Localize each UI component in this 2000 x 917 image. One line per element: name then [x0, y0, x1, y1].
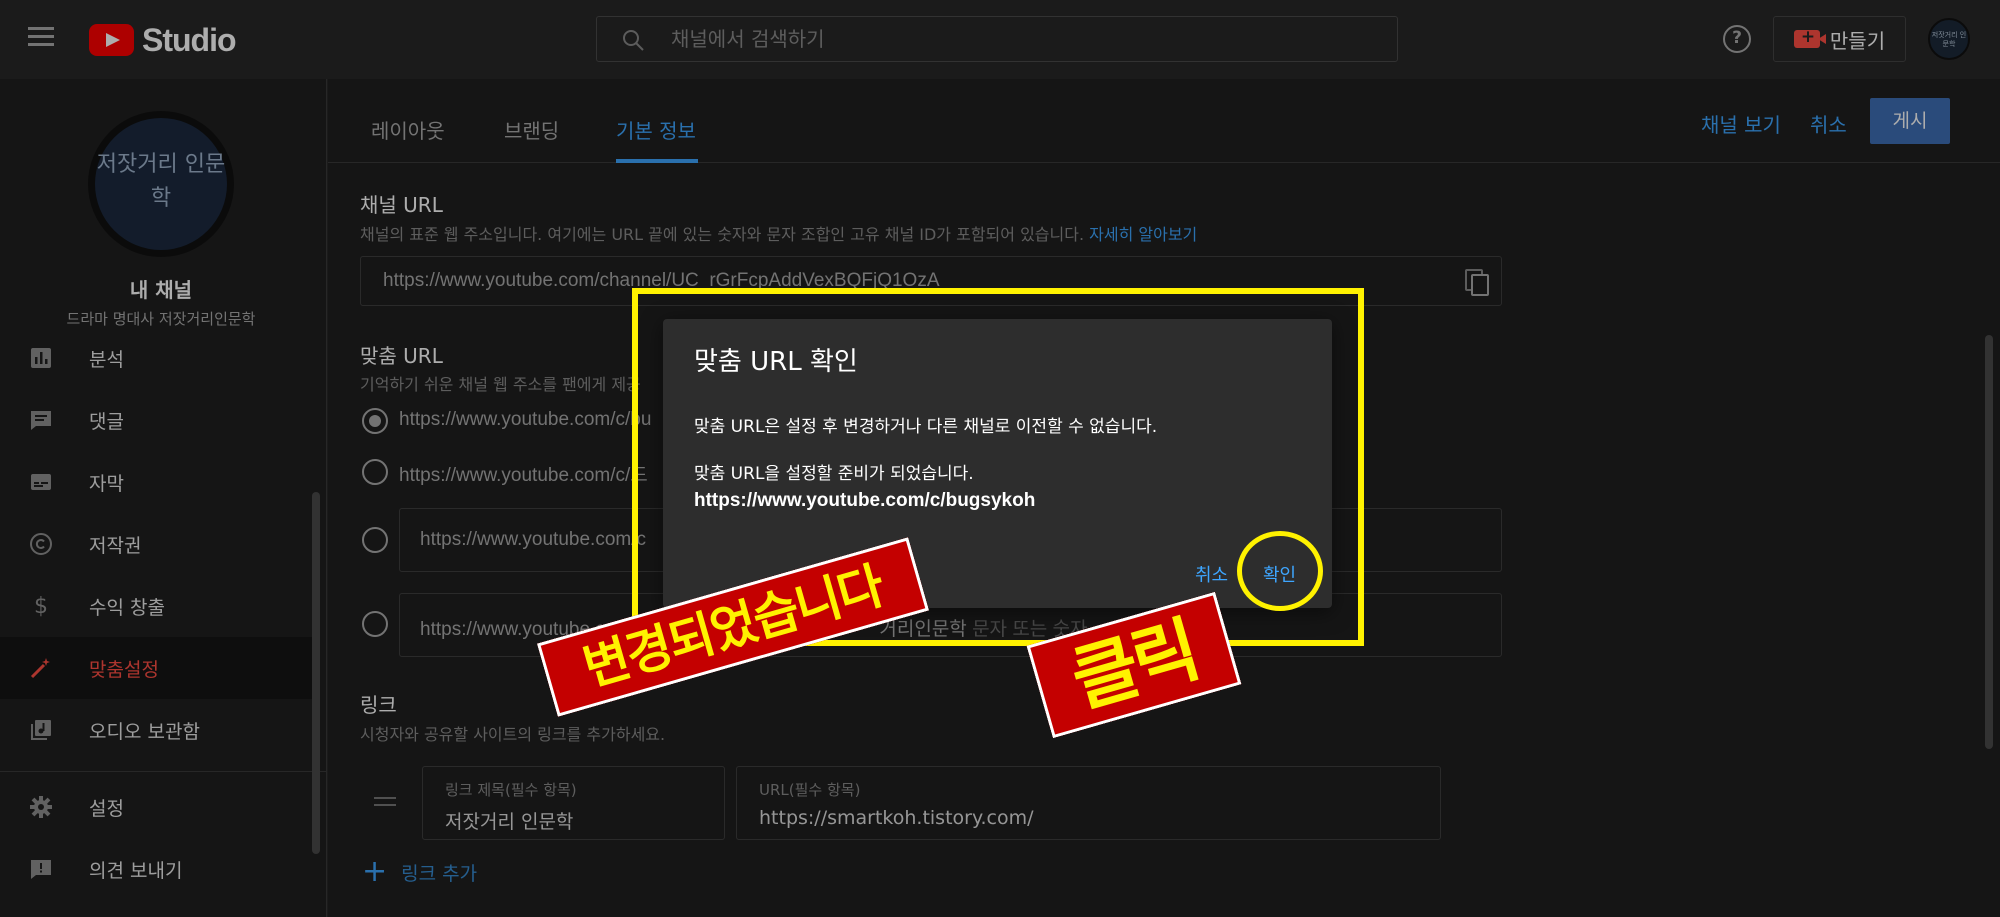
highlight-circle: [1237, 531, 1323, 611]
